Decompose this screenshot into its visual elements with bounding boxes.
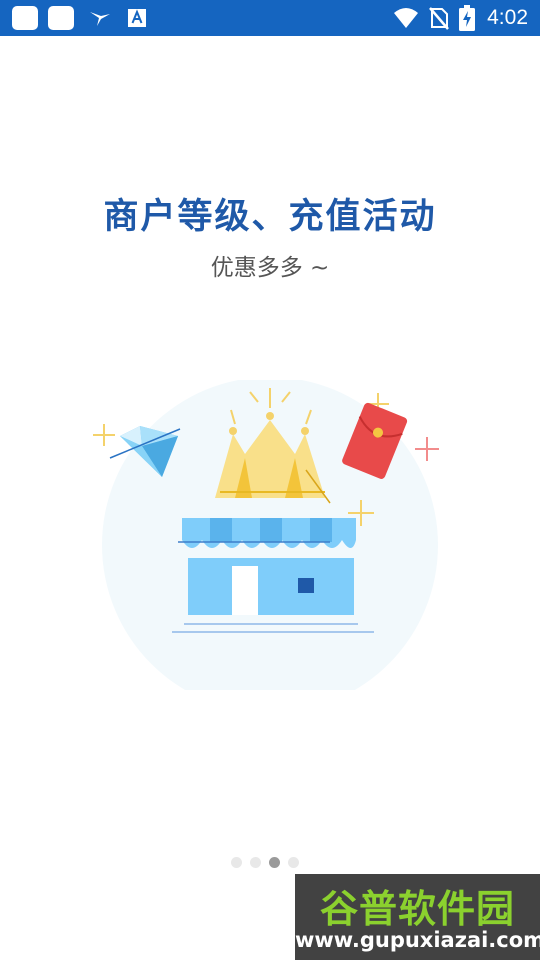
page-dot-active[interactable] <box>269 856 280 868</box>
sparkle-icon <box>415 437 439 461</box>
onboarding-illustration <box>93 380 439 690</box>
bird-icon <box>90 12 110 26</box>
onboarding-title: 商户等级、充值活动 <box>103 197 437 237</box>
system-icons: 4:02 <box>393 4 528 32</box>
page-dot[interactable] <box>288 856 299 868</box>
watermark-title: 谷普软件园 <box>319 887 515 931</box>
page-dot[interactable] <box>250 856 261 868</box>
watermark: 谷普软件园 www.gupuxiazai.com <box>295 874 540 960</box>
sparkle-icon <box>93 424 115 446</box>
status-bar: 4:02 <box>0 0 540 36</box>
storefront-icon <box>172 518 374 633</box>
page-indicator <box>231 855 307 869</box>
watermark-url: www.gupuxiazai.com <box>295 928 540 952</box>
notification-icons <box>12 6 148 30</box>
a-icon <box>128 9 146 27</box>
onboarding-subtitle: 优惠多多 ~ <box>210 255 330 281</box>
clock: 4:02 <box>487 6 528 29</box>
no-sim-icon <box>429 7 450 30</box>
wifi-icon <box>394 8 419 28</box>
app-notification-icon <box>48 6 74 30</box>
battery-charging-icon <box>459 5 476 31</box>
page-dot[interactable] <box>231 856 242 868</box>
app-notification-icon <box>12 6 38 30</box>
